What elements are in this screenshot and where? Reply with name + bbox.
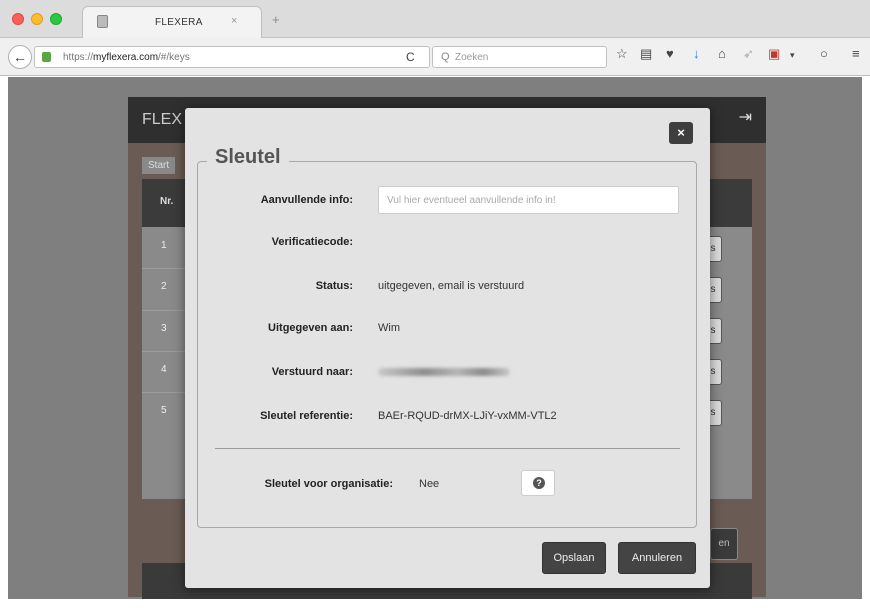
org-key-value: Nee xyxy=(419,478,440,490)
search-icon: Q xyxy=(441,51,450,63)
table-row-number: 4 xyxy=(161,364,167,375)
table-row-divider xyxy=(142,392,186,393)
lock-icon xyxy=(42,52,51,62)
sent-to-label: Verstuurd naar: xyxy=(271,366,353,378)
table-row-number: 1 xyxy=(161,240,167,251)
table-row-divider xyxy=(142,351,186,352)
verification-code-label: Verificatiecode: xyxy=(271,236,353,248)
download-icon[interactable]: ↓ xyxy=(693,46,700,61)
modal-close-button[interactable]: × xyxy=(669,122,693,144)
pocket-icon[interactable]: ♥ xyxy=(666,46,674,61)
key-fieldset xyxy=(197,161,697,528)
table-row-divider xyxy=(142,268,186,269)
reload-icon[interactable]: C xyxy=(406,50,415,64)
column-header-nr: Nr. xyxy=(160,196,174,207)
table-row-number: 5 xyxy=(161,405,167,416)
maximize-window-icon[interactable] xyxy=(50,13,62,25)
minimize-window-icon[interactable] xyxy=(31,13,43,25)
browser-tab-bar: FLEXERA × + xyxy=(0,0,870,38)
extra-info-label: Aanvullende info: xyxy=(260,194,353,206)
url-text: https://myflexera.com/#/keys xyxy=(63,52,190,63)
modal-title: Sleutel xyxy=(207,146,289,169)
menu-icon[interactable]: ≡ xyxy=(852,46,860,61)
org-key-label: Sleutel voor organisatie: xyxy=(264,478,393,490)
key-modal: × Sleutel Aanvullende info: Verificatiec… xyxy=(185,108,710,588)
issued-to-value: Wim xyxy=(378,322,400,334)
question-icon: ? xyxy=(533,477,545,489)
search-placeholder: Zoeken xyxy=(455,52,489,63)
tab-start[interactable]: Start xyxy=(142,157,176,174)
cancel-button[interactable]: Annuleren xyxy=(618,542,696,574)
section-divider xyxy=(215,448,680,449)
footer-action-button[interactable]: en xyxy=(710,528,738,560)
help-button[interactable]: ? xyxy=(521,470,555,496)
table-row-divider xyxy=(142,310,186,311)
sent-to-redacted-value xyxy=(378,368,510,376)
save-button[interactable]: Opslaan xyxy=(542,542,606,574)
browser-tab[interactable]: FLEXERA × xyxy=(82,6,262,38)
reading-list-icon[interactable]: ▤ xyxy=(640,46,652,62)
home-icon[interactable]: ⌂ xyxy=(718,46,726,61)
table-row-number: 2 xyxy=(161,281,167,292)
browser-search-bar[interactable]: Q Zoeken xyxy=(432,46,607,68)
window-bottom-edge xyxy=(8,599,862,609)
back-button[interactable]: ← xyxy=(8,45,32,69)
extension-dropdown-icon[interactable]: ▾ xyxy=(790,50,795,61)
app-logo: FLEX xyxy=(142,111,183,128)
extension-icon[interactable]: ▣ xyxy=(768,46,780,62)
browser-nav-bar: ← https://myflexera.com/#/keys C Q Zoeke… xyxy=(0,38,870,76)
tab-title: FLEXERA xyxy=(155,17,203,28)
status-value: uitgegeven, email is verstuurd xyxy=(378,280,525,292)
key-reference-label: Sleutel referentie: xyxy=(260,410,353,422)
extra-info-input[interactable] xyxy=(378,186,679,214)
send-icon[interactable]: ➶ xyxy=(743,46,754,62)
key-reference-value: BAEr-RQUD-drMX-LJiY-vxMM-VTL2 xyxy=(378,410,557,422)
tab-close-icon[interactable]: × xyxy=(231,15,237,27)
page-favicon-icon xyxy=(97,15,108,28)
close-window-icon[interactable] xyxy=(12,13,24,25)
bookmark-star-icon[interactable]: ☆ xyxy=(616,46,628,62)
table-row-number: 3 xyxy=(161,323,167,334)
url-bar[interactable]: https://myflexera.com/#/keys xyxy=(34,46,430,68)
new-tab-icon[interactable]: + xyxy=(272,12,280,27)
chat-icon[interactable]: ○ xyxy=(820,46,828,61)
status-label: Status: xyxy=(315,280,353,292)
logout-icon[interactable]: ⇥ xyxy=(739,107,752,127)
issued-to-label: Uitgegeven aan: xyxy=(268,322,353,334)
